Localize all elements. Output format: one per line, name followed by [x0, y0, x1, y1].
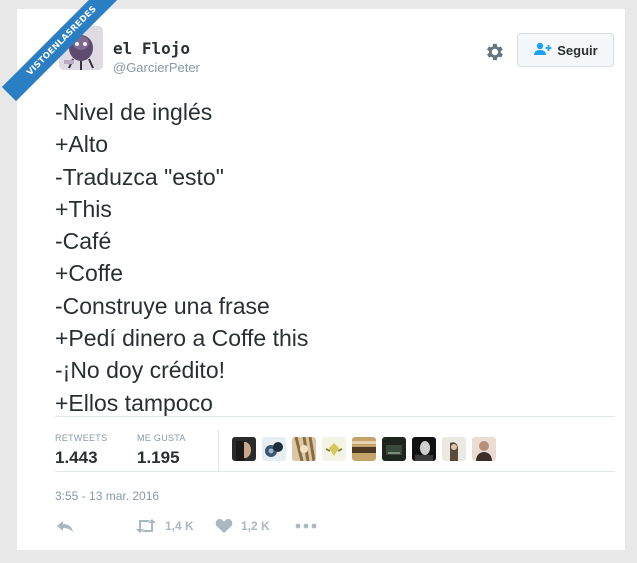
likes-label: ME GUSTA — [137, 433, 186, 443]
tweet-text: -Nivel de inglés +Alto -Traduzca "esto" … — [55, 96, 308, 419]
follow-button[interactable]: Seguir — [517, 33, 614, 67]
liker-avatar[interactable] — [412, 437, 436, 461]
stats-separator — [218, 429, 219, 471]
gear-icon[interactable] — [483, 41, 505, 63]
tweet-line: -Construye una frase — [55, 292, 270, 319]
liker-avatar[interactable] — [262, 437, 286, 461]
tweet-line: -Traduzca "esto" — [55, 163, 224, 190]
heart-icon — [215, 518, 233, 534]
tweet-line: +Alto — [55, 131, 109, 158]
liker-avatar[interactable] — [442, 437, 466, 461]
retweets-value: 1.443 — [55, 448, 98, 467]
more-icon — [295, 523, 317, 529]
liker-avatar[interactable] — [382, 437, 406, 461]
tweet-line: -Nivel de inglés — [55, 99, 213, 125]
liker-avatar[interactable] — [472, 437, 496, 461]
like-count: 1,2 K — [241, 519, 270, 533]
tweet-card: VISTOENLASREDES el Flojo @GarcierPeter S… — [1, 0, 625, 550]
author-handle[interactable]: @GarcierPeter — [113, 60, 200, 75]
retweets-label: RETWEETS — [55, 433, 108, 443]
retweet-button[interactable]: 1,4 K — [135, 518, 215, 534]
retweets-stat[interactable]: RETWEETS 1.443 — [55, 433, 107, 468]
reply-icon — [55, 518, 75, 534]
add-user-icon — [533, 42, 553, 59]
tweet-line: +This — [55, 195, 112, 222]
divider-top — [55, 416, 615, 417]
liker-avatar[interactable] — [292, 437, 316, 461]
retweet-count: 1,4 K — [165, 519, 194, 533]
tweet-line: -Café — [55, 228, 112, 255]
tweet-line: -¡No doy crédito! — [55, 357, 226, 384]
tweet-line: +Pedí dinero a Coffe this — [55, 325, 309, 352]
like-button[interactable]: 1,2 K — [215, 518, 295, 534]
reply-button[interactable] — [55, 518, 135, 534]
liker-avatar[interactable] — [232, 437, 256, 461]
more-button[interactable] — [295, 523, 317, 529]
tweet-timestamp[interactable]: 3:55 - 13 mar. 2016 — [55, 489, 159, 503]
author-name[interactable]: el Flojo — [113, 39, 190, 58]
divider-bottom — [55, 471, 615, 472]
follow-button-label: Seguir — [557, 42, 598, 58]
likes-value: 1.195 — [137, 448, 180, 467]
liker-avatar[interactable] — [322, 437, 346, 461]
retweet-icon — [135, 518, 157, 534]
liker-avatar[interactable] — [352, 437, 376, 461]
likes-stat[interactable]: ME GUSTA 1.195 — [137, 433, 186, 468]
tweet-line: +Ellos tampoco — [55, 389, 213, 416]
watermark-ribbon: VISTOENLASREDES — [1, 0, 123, 102]
likers-avatars — [232, 437, 496, 461]
tweet-actions: 1,4 K 1,2 K — [55, 518, 317, 534]
tweet-line: +Coffe — [55, 260, 123, 287]
